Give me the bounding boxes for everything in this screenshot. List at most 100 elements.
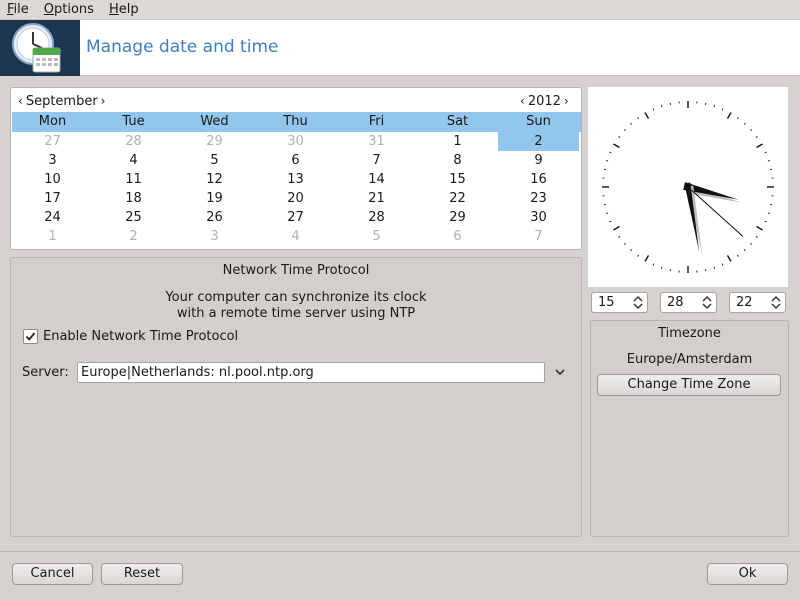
calendar-day[interactable]: 1 [12,227,93,246]
minute-tick [609,220,612,223]
second-spinner[interactable]: 22 [729,292,786,313]
calendar-day[interactable]: 25 [93,208,174,227]
cancel-button[interactable]: Cancel [12,563,93,585]
calendar-day[interactable]: 31 [336,132,417,151]
calendar-day[interactable]: 27 [12,132,93,151]
calendar-day[interactable]: 1 [417,132,498,151]
calendar-day[interactable]: 7 [336,151,417,170]
next-year-icon[interactable]: › [561,94,572,108]
calendar-day[interactable]: 17 [12,189,93,208]
minute-tick [637,254,639,257]
reset-button[interactable]: Reset [101,563,183,585]
calendar-day[interactable]: 23 [498,189,579,208]
minute-tick [737,254,739,257]
calendar-day[interactable]: 6 [417,227,498,246]
minute-tick [767,212,770,215]
month-navigator: ‹ September › [15,91,108,111]
calendar-day[interactable]: 4 [255,227,336,246]
divider [0,551,800,552]
calendar-day[interactable]: 3 [12,151,93,170]
calendar-day[interactable]: 10 [12,170,93,189]
calendar-day[interactable]: 20 [255,189,336,208]
minute-tick [618,236,621,238]
calendar-day[interactable]: 29 [174,132,255,151]
weekday-label: Sun [526,114,551,129]
calendar-day[interactable]: 5 [174,151,255,170]
calendar-day[interactable]: 4 [93,151,174,170]
calendar-day[interactable]: 19 [174,189,255,208]
second-value: 22 [736,295,753,310]
menu-options[interactable]: Options [37,2,102,17]
up-down-arrows-icon[interactable] [771,294,781,311]
page-title: Manage date and time [86,37,279,57]
calendar-day-selected[interactable]: 2 [498,132,579,151]
calendar-day[interactable]: 8 [417,151,498,170]
minute-tick [750,129,753,132]
month-label: September [25,93,98,109]
calendar-day[interactable]: 2 [93,227,174,246]
minute-spinner[interactable]: 28 [660,292,717,313]
calendar-day[interactable]: 5 [336,227,417,246]
chevron-down-icon[interactable] [553,365,567,379]
menu-file[interactable]: File [0,2,37,17]
header-banner: Manage date and time [0,19,800,76]
prev-month-icon[interactable]: ‹ [15,94,26,108]
calendar-day[interactable]: 13 [255,170,336,189]
calendar-day[interactable]: 14 [336,170,417,189]
calendar-day[interactable]: 21 [336,189,417,208]
calendar-day[interactable]: 24 [12,208,93,227]
minute-tick [767,159,770,162]
weekday-header: Mon Tue Wed Thu Fri Sat Sun [12,112,581,132]
up-down-arrows-icon[interactable] [702,294,712,311]
menu-help[interactable]: Help [102,2,147,17]
calendar-day[interactable]: 16 [498,170,579,189]
calendar-day[interactable]: 7 [498,227,579,246]
minute-tick [609,151,612,154]
calendar-day[interactable]: 15 [417,170,498,189]
prev-year-icon[interactable]: ‹ [517,94,528,108]
minute-tick [618,136,621,138]
hour-tick [644,255,650,262]
up-down-arrows-icon[interactable] [633,294,643,311]
change-timezone-button[interactable]: Change Time Zone [597,374,781,396]
calendar-day[interactable]: 22 [417,189,498,208]
calendar-day[interactable]: 12 [174,170,255,189]
checkbox[interactable] [23,329,38,344]
calendar-day[interactable]: 28 [93,132,174,151]
calendar-day[interactable]: 6 [255,151,336,170]
calendar-day[interactable]: 29 [417,208,498,227]
calendar-day[interactable]: 3 [174,227,255,246]
minute-tick [660,266,663,269]
minute-tick [755,236,758,238]
menu-bar: File Options Help [0,0,800,19]
enable-ntp-checkbox[interactable]: Enable Network Time Protocol [23,329,238,344]
ntp-description-line2: with a remote time server using NTP [176,306,416,321]
minute-tick [750,242,753,245]
weekday-label: Thu [283,114,308,129]
calendar-day[interactable]: 30 [498,208,579,227]
calendar-day[interactable]: 18 [93,189,174,208]
calendar-day[interactable]: 9 [498,151,579,170]
ok-button[interactable]: Ok [707,563,788,585]
minute-tick [764,220,767,223]
minute-tick [713,266,716,269]
hour-spinner[interactable]: 15 [591,292,648,313]
calendar-day[interactable]: 28 [336,208,417,227]
year-label: 2012 [527,93,561,109]
minute-tick [721,108,724,111]
hour-tick [726,255,732,262]
calendar-day[interactable]: 11 [93,170,174,189]
hour-tick [613,143,620,149]
calendar-day[interactable]: 30 [255,132,336,151]
weekday-label: Sat [446,114,469,129]
checkmark-icon [25,332,36,341]
clock-face [602,101,774,273]
weekday-label: Mon [38,114,67,129]
ntp-panel: Network Time Protocol Your computer can … [10,257,582,537]
next-month-icon[interactable]: › [98,94,109,108]
calendar-day[interactable]: 27 [255,208,336,227]
server-combo-input[interactable]: Europe|Netherlands: nl.pool.ntp.org [77,362,545,383]
ntp-description-line1: Your computer can synchronize its clock [165,290,427,305]
minute-tick [606,159,609,162]
calendar-day[interactable]: 26 [174,208,255,227]
